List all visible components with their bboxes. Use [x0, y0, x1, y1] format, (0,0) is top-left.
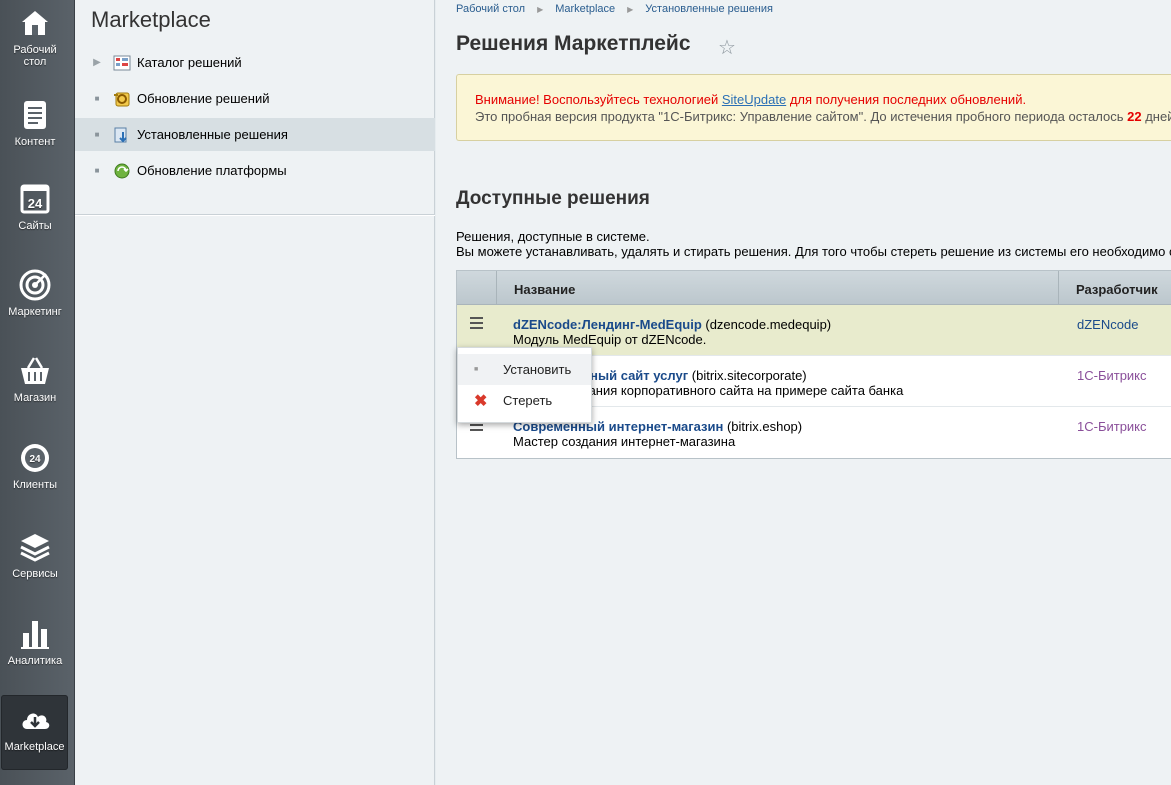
rail-item-label: Клиенты — [12, 479, 58, 491]
row-context-menu: ■ Установить ✖ Стереть — [457, 347, 592, 423]
rail-item-content[interactable]: Контент — [0, 98, 70, 148]
install-label: Установить — [503, 362, 572, 377]
rail-item-shop[interactable]: Магазин — [0, 354, 70, 404]
solution-code: (dzencode.medequip) — [701, 317, 832, 332]
developer-link[interactable]: 1С-Битрикс — [1077, 368, 1147, 383]
section-menu: Marketplace ▶ Каталог решений ■ Обновлен… — [75, 0, 435, 785]
solution-code: (bitrix.eshop) — [723, 419, 803, 434]
solution-code: (bitrix.sitecorporate) — [688, 368, 807, 383]
description-line: Вы можете устанавливать, удалять и стира… — [456, 244, 1171, 259]
section-description: Решения, доступные в системе. Вы можете … — [456, 229, 1171, 259]
home-icon — [22, 11, 48, 35]
install-menu-item[interactable]: ■ Установить — [458, 354, 591, 385]
document-icon — [24, 101, 46, 129]
menu-item-platform-update[interactable]: ■ Обновление платформы — [75, 154, 435, 187]
header-name[interactable]: Название — [497, 271, 1059, 304]
breadcrumb-separator-icon: ▶ — [627, 5, 634, 14]
menu-item-installed[interactable]: ■ Установленные решения — [75, 118, 435, 151]
rail-item-sites[interactable]: 24 Сайты — [0, 182, 70, 232]
menu-title: Marketplace — [91, 7, 211, 32]
header-developer[interactable]: Разработчик — [1059, 271, 1158, 304]
bullet-icon: ■ — [474, 366, 479, 373]
rail-item-services[interactable]: Сервисы — [0, 530, 70, 580]
breadcrumb-item-desktop[interactable]: Рабочий стол — [456, 3, 525, 15]
notice-text: дней. — [1145, 109, 1171, 124]
catalog-icon — [113, 55, 131, 70]
rail-item-label: Marketplace — [4, 741, 65, 753]
developer-link[interactable]: dZENcode — [1077, 317, 1138, 332]
rail-item-label: Магазин — [13, 392, 57, 404]
notice-line-2: Это пробная версия продукта "1С-Битрикс:… — [475, 108, 1171, 125]
bullet-icon: ■ — [94, 94, 100, 103]
rail-item-label: Рабочий стол — [13, 44, 57, 68]
rail-item-clients[interactable]: 24 Клиенты — [0, 441, 70, 491]
header-actions-cell — [457, 271, 497, 304]
table-header: Название Разработчик — [457, 271, 1171, 305]
row-menu-icon[interactable] — [470, 317, 483, 332]
solution-description: Мастер создания интернет-магазина — [513, 434, 736, 449]
platform-update-icon — [114, 163, 130, 178]
menu-item-label: Обновление платформы — [137, 163, 287, 178]
bullet-icon: ■ — [94, 166, 100, 175]
breadcrumb-item-installed[interactable]: Установленные решения — [645, 3, 773, 15]
installed-solutions-icon — [114, 127, 127, 142]
basket-icon — [21, 357, 49, 384]
svg-text:24: 24 — [29, 454, 41, 465]
rail-item-label: Аналитика — [7, 655, 63, 667]
bullet-icon: ■ — [94, 130, 100, 139]
trial-notice: Внимание! Воспользуйтесь технологией Sit… — [456, 74, 1171, 141]
rail-item-label: Контент — [14, 136, 56, 148]
cloud-download-icon — [22, 713, 49, 729]
notice-text: Внимание! Воспользуйтесь технологией — [475, 92, 722, 107]
rail-item-desktop[interactable]: Рабочий стол — [0, 6, 70, 68]
update-solutions-icon — [114, 92, 130, 106]
description-line: Решения, доступные в системе. — [456, 229, 650, 244]
rail-item-label: Маркетинг — [8, 306, 62, 318]
expand-arrow-icon[interactable]: ▶ — [87, 57, 107, 68]
calendar-24-icon: 24 — [20, 184, 50, 214]
siteupdate-link[interactable]: SiteUpdate — [722, 92, 786, 107]
solution-name[interactable]: dZENcode:Лендинг-MedEquip — [513, 317, 702, 332]
rail-item-marketing[interactable]: Маркетинг — [0, 268, 70, 318]
solution-description: Мастер создания корпоративного сайта на … — [513, 383, 904, 398]
delete-x-icon: ✖ — [474, 392, 488, 410]
menu-item-label: Установленные решения — [137, 127, 288, 142]
menu-divider — [75, 214, 435, 216]
rail-item-label: Сервисы — [12, 568, 58, 580]
rail-item-analytics[interactable]: Аналитика — [0, 617, 70, 667]
favorite-star-icon[interactable]: ☆ — [718, 35, 736, 60]
menu-item-catalog[interactable]: ▶ Каталог решений — [75, 46, 435, 79]
section-title: Доступные решения — [456, 188, 650, 209]
solution-description: Модуль MedEquip от dZENcode. — [513, 332, 707, 347]
bar-chart-icon — [21, 621, 49, 649]
notice-text: для получения последних обновлений. — [786, 92, 1027, 107]
menu-item-label: Обновление решений — [137, 91, 270, 106]
page-title: Решения Маркетплейс — [456, 32, 691, 55]
erase-label: Стереть — [503, 393, 553, 408]
rail-item-marketplace[interactable]: Marketplace — [1, 695, 68, 770]
layers-icon — [20, 534, 50, 562]
main-content: Рабочий стол ▶ Marketplace ▶ Установленные р… — [436, 0, 1171, 785]
developer-link[interactable]: 1С-Битрикс — [1077, 419, 1147, 434]
notice-line-1: Внимание! Воспользуйтесь технологией Sit… — [475, 91, 1171, 108]
trial-days-count: 22 — [1127, 109, 1142, 124]
menu-item-label: Каталог решений — [137, 55, 242, 70]
erase-menu-item[interactable]: ✖ Стереть — [458, 385, 591, 416]
breadcrumb: Рабочий стол ▶ Marketplace ▶ Установленные р… — [456, 3, 773, 15]
left-rail: Рабочий стол Контент 24 Сайты Маркетинг … — [0, 0, 75, 785]
breadcrumb-separator-icon: ▶ — [537, 5, 544, 14]
menu-item-updates[interactable]: ■ Обновление решений — [75, 82, 435, 115]
cloud-24-icon: 24 — [21, 444, 49, 472]
target-icon — [19, 269, 51, 301]
rail-item-label: Сайты — [18, 220, 52, 232]
notice-text: Это пробная версия продукта "1С-Битрикс:… — [475, 109, 1128, 124]
breadcrumb-item-marketplace[interactable]: Marketplace — [555, 3, 615, 15]
svg-text:24: 24 — [28, 196, 43, 211]
